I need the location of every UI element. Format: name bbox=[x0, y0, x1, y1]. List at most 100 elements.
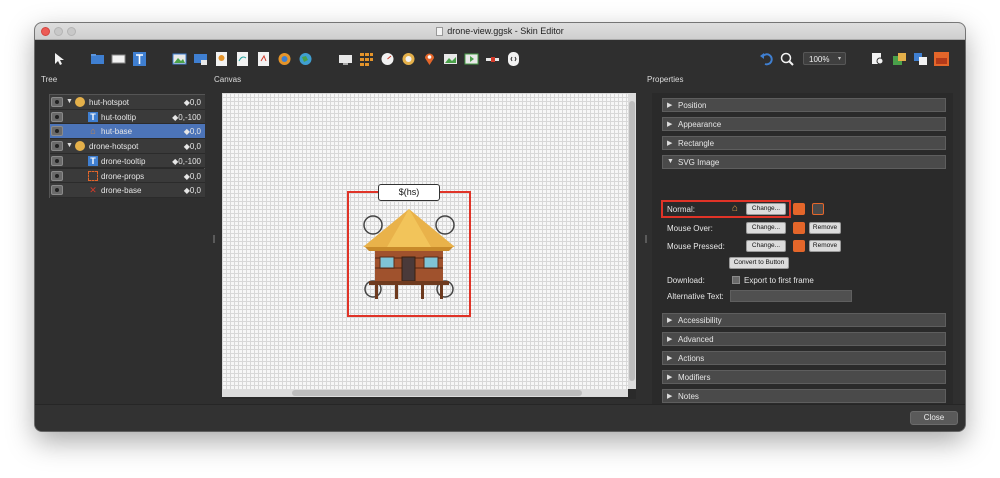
timer-tool-icon[interactable] bbox=[380, 52, 395, 66]
mouse-pressed-remove-button[interactable]: Remove bbox=[809, 240, 841, 252]
alternative-text-input[interactable] bbox=[730, 290, 852, 302]
mouse-pressed-change-button[interactable]: Change... bbox=[746, 240, 786, 252]
download-label: Download: bbox=[667, 276, 705, 285]
export-first-frame-label: Export to first frame bbox=[744, 276, 814, 285]
zoom-window-icon[interactable] bbox=[67, 27, 76, 36]
zoom-magnifier-icon[interactable] bbox=[780, 52, 795, 66]
compass-tool-icon[interactable] bbox=[401, 52, 416, 66]
section-rectangle[interactable]: ▶ Rectangle bbox=[662, 136, 946, 150]
folder-icon[interactable] bbox=[90, 52, 105, 66]
image-icon: ⌂ bbox=[90, 126, 96, 137]
alternative-text-label: Alternative Text: bbox=[667, 292, 724, 301]
section-notes[interactable]: ▶ Notes bbox=[662, 389, 946, 403]
video-tool-icon[interactable] bbox=[464, 52, 479, 66]
variables-icon[interactable] bbox=[934, 52, 949, 66]
collapsed-triangle-icon: ▶ bbox=[667, 317, 673, 324]
minimize-window-icon[interactable] bbox=[54, 27, 63, 36]
rectangle-icon[interactable] bbox=[111, 52, 126, 66]
undo-icon[interactable] bbox=[759, 52, 774, 66]
tree-row-hut-hotspot[interactable]: ▼ hut-hotspot ◆0,0 bbox=[50, 95, 205, 110]
visibility-eye-icon[interactable] bbox=[51, 170, 63, 181]
tree-row-drone-base[interactable]: ✕ drone-base ◆0,0 bbox=[50, 183, 205, 198]
collapsed-triangle-icon: ▶ bbox=[667, 336, 673, 343]
tree-row-drone-tooltip[interactable]: T drone-tooltip ◆0,-100 bbox=[50, 153, 205, 169]
section-position[interactable]: ▶ Position bbox=[662, 98, 946, 112]
canvas-vertical-scrollbar[interactable] bbox=[628, 93, 636, 389]
bottom-bar bbox=[35, 404, 965, 431]
section-svg-image[interactable]: ▼ SVG Image bbox=[662, 155, 946, 169]
refresh-icon[interactable] bbox=[812, 203, 824, 215]
scrollbar-tool-icon[interactable] bbox=[485, 52, 500, 66]
chevron-down-icon: ▾ bbox=[837, 56, 841, 62]
mouse-over-remove-button[interactable]: Remove bbox=[809, 222, 841, 234]
edit-image-icon[interactable] bbox=[793, 240, 805, 252]
canvas-grid[interactable]: $(hs) bbox=[222, 93, 628, 389]
section-modifiers[interactable]: ▶ Modifiers bbox=[662, 370, 946, 384]
normal-change-button[interactable]: Change... bbox=[746, 203, 786, 215]
convert-to-button-button[interactable]: Convert to Button bbox=[729, 257, 789, 269]
expand-triangle-icon[interactable]: ▼ bbox=[66, 142, 73, 149]
close-button[interactable]: Close bbox=[910, 411, 958, 425]
tree-row-drone-hotspot[interactable]: ▼ drone-hotspot ◆0,0 bbox=[50, 139, 205, 154]
mouse-pressed-label: Mouse Pressed: bbox=[667, 242, 725, 251]
tooltip-preview[interactable]: $(hs) bbox=[378, 184, 440, 201]
close-window-icon[interactable] bbox=[41, 27, 50, 36]
expand-triangle-icon[interactable]: ▼ bbox=[66, 98, 73, 105]
text-icon: T bbox=[88, 155, 98, 166]
text-icon: T bbox=[88, 111, 98, 122]
hut-image[interactable] bbox=[359, 205, 459, 303]
mouse-over-label: Mouse Over: bbox=[667, 224, 713, 233]
select-arrow-icon[interactable] bbox=[52, 52, 67, 66]
toolbar: 100% ▾ bbox=[35, 41, 965, 75]
properties-panel-label: Properties bbox=[647, 75, 684, 84]
text-tool-icon[interactable] bbox=[132, 52, 147, 66]
zoom-select[interactable]: 100% ▾ bbox=[803, 52, 846, 65]
edit-image-icon[interactable] bbox=[793, 222, 805, 234]
container-icon bbox=[88, 170, 98, 181]
section-advanced[interactable]: ▶ Advanced bbox=[662, 332, 946, 346]
visibility-eye-icon[interactable] bbox=[51, 97, 63, 107]
title-bar: drone-view.ggsk - Skin Editor bbox=[35, 23, 965, 40]
expanded-triangle-icon: ▼ bbox=[667, 158, 674, 165]
tree-panel-label: Tree bbox=[41, 75, 58, 84]
tree-row-hut-base[interactable]: ⌂ hut-base ◆0,0 bbox=[50, 124, 205, 139]
export-first-frame-checkbox[interactable] bbox=[732, 276, 740, 284]
edit-image-icon[interactable] bbox=[793, 203, 805, 215]
image-hotspot-icon[interactable] bbox=[193, 52, 208, 66]
display-tool-icon[interactable] bbox=[338, 52, 353, 66]
right-splitter-handle[interactable] bbox=[645, 235, 647, 243]
visibility-eye-icon[interactable] bbox=[51, 111, 63, 122]
tree-panel: ▼ hut-hotspot ◆0,0 T hut-tooltip ◆0,-100… bbox=[49, 94, 205, 198]
tree-row-hut-tooltip[interactable]: T hut-tooltip ◆0,-100 bbox=[50, 109, 205, 125]
section-actions[interactable]: ▶ Actions bbox=[662, 351, 946, 365]
section-appearance[interactable]: ▶ Appearance bbox=[662, 117, 946, 131]
find-icon[interactable] bbox=[871, 52, 886, 66]
left-splitter-handle[interactable] bbox=[213, 235, 215, 243]
map-pin-icon[interactable] bbox=[422, 52, 437, 66]
svg-tool-icon[interactable] bbox=[214, 52, 229, 66]
image-tool-icon[interactable] bbox=[172, 52, 187, 66]
mouse-over-change-button[interactable]: Change... bbox=[746, 222, 786, 234]
section-accessibility[interactable]: ▶ Accessibility bbox=[662, 313, 946, 327]
thumbnail-grid-icon[interactable] bbox=[359, 52, 374, 66]
normal-label: Normal: bbox=[667, 205, 696, 214]
hut-thumbnail-icon: ⌂ bbox=[732, 203, 739, 214]
globe-tool-icon[interactable] bbox=[298, 52, 313, 66]
translation-icon[interactable] bbox=[913, 52, 928, 66]
canvas-horizontal-scrollbar[interactable] bbox=[222, 389, 628, 397]
image-strip-icon[interactable] bbox=[443, 52, 458, 66]
code-tool-icon[interactable] bbox=[506, 52, 521, 66]
lottie-tool-icon[interactable] bbox=[235, 52, 250, 66]
visibility-eye-icon[interactable] bbox=[51, 155, 63, 166]
pdf-tool-icon[interactable] bbox=[256, 52, 271, 66]
tree-row-drone-props[interactable]: drone-props ◆0,0 bbox=[50, 168, 205, 184]
visibility-eye-icon[interactable] bbox=[51, 126, 63, 137]
hotspot-icon bbox=[75, 141, 85, 152]
collapsed-triangle-icon: ▶ bbox=[667, 355, 673, 362]
visibility-eye-icon[interactable] bbox=[51, 185, 63, 196]
image-icon: ✕ bbox=[89, 185, 97, 196]
skin-assets-icon[interactable] bbox=[892, 52, 907, 66]
visibility-eye-icon[interactable] bbox=[51, 141, 63, 152]
window-title: drone-view.ggsk - Skin Editor bbox=[447, 26, 564, 36]
map-tool-icon[interactable] bbox=[277, 52, 292, 66]
